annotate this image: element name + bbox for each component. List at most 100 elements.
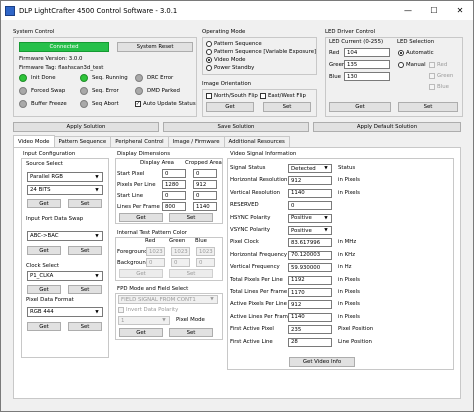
bits-select-dropdown[interactable]: 24 BITS ▼ [27, 185, 103, 195]
window-title: DLP LightCrafter 4500 Control Software -… [19, 6, 178, 15]
system-reset-button[interactable]: System Reset [117, 42, 193, 52]
auto-update-checkbox[interactable]: ✓ [135, 101, 141, 107]
radio-led-automatic[interactable] [398, 50, 404, 56]
led-get-button[interactable]: Get [329, 102, 391, 112]
test-pattern-get-button[interactable]: Get [119, 269, 163, 278]
start-pixel-display-input[interactable]: 0 [162, 169, 186, 178]
connected-button[interactable]: Connected [19, 42, 109, 52]
port-swap-set-button[interactable]: Set [68, 246, 102, 255]
seq-abort-label: Seq Abort [92, 101, 119, 107]
port-swap-dropdown[interactable]: ABC->BAC ▼ [27, 231, 103, 241]
tab-additional-resources[interactable]: Additional Resources [223, 136, 290, 147]
led-set-button[interactable]: Set [398, 102, 458, 112]
test-pattern-set-button[interactable]: Set [169, 269, 213, 278]
maximize-icon[interactable]: ☐ [421, 1, 447, 20]
north-south-checkbox[interactable] [206, 93, 212, 99]
tab-video-mode[interactable]: Video Mode [13, 135, 55, 147]
dmd-parked-label: DMD Parked [147, 88, 180, 94]
active-pixels-per-line-input[interactable]: 912 [288, 300, 332, 310]
radio-led-manual[interactable] [398, 62, 404, 68]
lines-per-frame-cropped-input[interactable]: 1140 [193, 202, 217, 211]
pixels-per-line-cropped-input[interactable]: 912 [193, 180, 217, 189]
led-green-checkbox[interactable] [429, 73, 435, 79]
radio-power-standby[interactable] [206, 65, 212, 71]
first-active-line-input[interactable]: 28 [288, 337, 332, 347]
active-lines-per-frame-input[interactable]: 1140 [288, 312, 332, 322]
reserved-input[interactable]: 0 [288, 201, 332, 211]
display-area-header: Display Area [140, 160, 174, 166]
bg-blue-input[interactable]: 0 [196, 258, 215, 267]
close-icon[interactable]: ✕ [447, 1, 473, 20]
pixels-per-line-display-input[interactable]: 1280 [162, 180, 186, 189]
fg-green-input[interactable]: 1023 [171, 247, 190, 256]
total-lines-per-frame-input[interactable]: 1170 [288, 288, 332, 297]
apply-default-solution-button[interactable]: Apply Default Solution [313, 122, 461, 132]
led-red-checkbox[interactable] [429, 62, 435, 68]
pixel-mode-dropdown[interactable]: 1 ▼ [118, 316, 170, 325]
fg-blue-input[interactable]: 1023 [196, 247, 215, 256]
total-pixels-per-line-unit: in Pixels [338, 276, 360, 283]
first-active-pixel-input[interactable]: 235 [288, 325, 332, 335]
lines-per-frame-display-input[interactable]: 800 [162, 202, 186, 211]
clock-set-button[interactable]: Set [68, 285, 102, 294]
get-video-info-button[interactable]: Get Video Info [289, 357, 355, 367]
horizontal-resolution-input[interactable]: 912 [288, 176, 332, 186]
clock-select-dropdown[interactable]: P1_CLKA ▼ [27, 271, 103, 281]
source-set-button[interactable]: Set [68, 199, 102, 208]
start-line-cropped-input[interactable]: 0 [193, 191, 217, 200]
vsync-polarity-value: Positive [291, 227, 312, 234]
fpd-mode-title: FPD Mode and Field Select [117, 286, 189, 292]
tab-image-firmware[interactable]: Image / Firmware [167, 136, 225, 147]
signal-status-label: Signal Status [230, 165, 266, 171]
led-driver-title: LED Driver Control [325, 29, 376, 35]
hsync-polarity-dropdown[interactable]: Positive ▼ [288, 213, 332, 223]
vertical-frequency-input[interactable]: 59.930000 [288, 263, 332, 273]
bg-red-input[interactable]: 0 [146, 258, 165, 267]
apply-solution-button[interactable]: Apply Solution [13, 122, 159, 132]
invert-polarity-checkbox[interactable] [118, 307, 124, 313]
dimensions-get-button[interactable]: Get [119, 213, 163, 222]
pixel-format-dropdown[interactable]: RGB 444 ▼ [27, 307, 103, 317]
led-green-input[interactable]: 135 [344, 60, 390, 69]
fg-red-input[interactable]: 1023 [146, 247, 165, 256]
foreground-label: Foreground [117, 249, 148, 255]
total-lines-per-frame-label: Total Lines Per Frame [230, 289, 288, 295]
pixel-format-get-button[interactable]: Get [27, 322, 61, 331]
total-pixels-per-line-input[interactable]: 1192 [288, 275, 332, 285]
dimensions-set-button[interactable]: Set [169, 213, 213, 222]
orientation-get-button[interactable]: Get [206, 102, 254, 112]
fpd-set-button[interactable]: Set [169, 328, 213, 337]
pixel-clock-input[interactable]: 83.617996 [288, 238, 332, 248]
led-blue-input[interactable]: 130 [344, 72, 390, 81]
radio-video-mode[interactable] [206, 57, 212, 63]
port-swap-get-button[interactable]: Get [27, 246, 61, 255]
pixel-format-set-button[interactable]: Set [68, 322, 102, 331]
save-solution-button[interactable]: Save Solution [163, 122, 309, 132]
led-blue-checkbox[interactable] [429, 84, 435, 90]
start-line-display-input[interactable]: 0 [162, 191, 186, 200]
fpd-field-dropdown[interactable]: FIELD SIGNAL FROM CONT1 ▼ [118, 295, 218, 304]
window-controls: — ☐ ✕ [395, 1, 473, 20]
fpd-get-button[interactable]: Get [119, 328, 163, 337]
horizontal-frequency-input[interactable]: 70.120003 [288, 250, 332, 260]
vertical-resolution-input[interactable]: 1140 [288, 188, 332, 198]
source-select-dropdown[interactable]: Parallel RGB ▼ [27, 172, 103, 182]
tab-peripheral-control[interactable]: Peripheral Control [110, 136, 169, 147]
vsync-polarity-dropdown[interactable]: Positive ▼ [288, 226, 332, 235]
source-get-button[interactable]: Get [27, 199, 61, 208]
radio-pattern-sequence-var[interactable] [206, 49, 212, 55]
minimize-icon[interactable]: — [395, 1, 421, 20]
east-west-checkbox[interactable] [260, 93, 266, 99]
seq-error-label: Seq. Error [92, 88, 119, 94]
clock-get-button[interactable]: Get [27, 285, 61, 294]
tab-pattern-sequence[interactable]: Pattern Sequence [53, 136, 112, 147]
first-active-pixel-unit: Pixel Position [338, 326, 374, 333]
signal-status-dropdown[interactable]: Detected ▼ [288, 164, 332, 173]
led-red-input[interactable]: 104 [344, 48, 390, 57]
bg-green-input[interactable]: 0 [171, 258, 190, 267]
east-west-label: East/West Flip [268, 93, 306, 99]
init-done-led [19, 74, 27, 82]
orientation-set-button[interactable]: Set [263, 102, 311, 112]
start-pixel-cropped-input[interactable]: 0 [193, 169, 217, 178]
radio-pattern-sequence[interactable] [206, 41, 212, 47]
